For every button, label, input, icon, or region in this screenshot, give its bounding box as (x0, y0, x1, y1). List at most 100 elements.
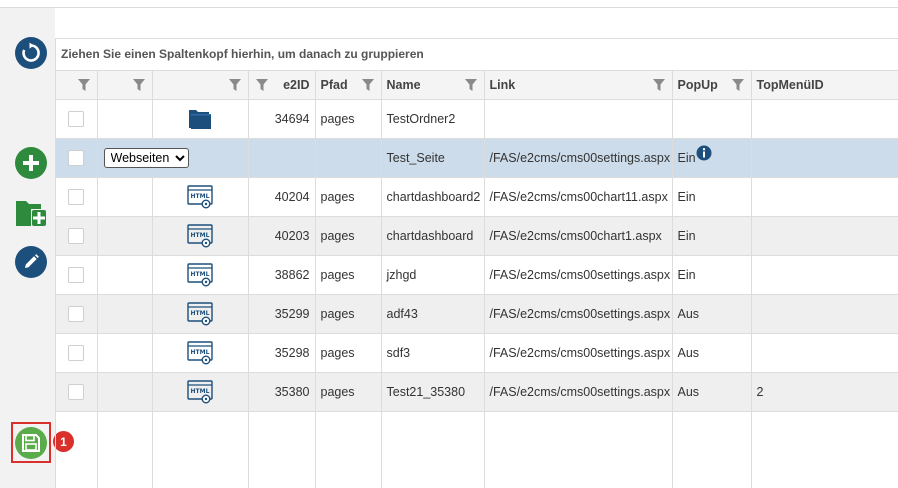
page-type-select[interactable]: Webseiten (103, 147, 189, 168)
filter-icon[interactable] (464, 78, 478, 92)
cell-link: /FAS/e2cms/cms00chart1.aspx (484, 216, 673, 256)
cell-topmenu (751, 99, 898, 139)
row-checkbox[interactable] (68, 383, 85, 400)
cell-popup: Aus (672, 372, 752, 412)
row-checkbox[interactable] (68, 266, 85, 283)
filter-icon[interactable] (255, 78, 269, 92)
row-select-cell[interactable] (56, 216, 98, 256)
svg-text:HTML: HTML (191, 349, 210, 356)
cell-popup (672, 99, 752, 139)
cell-pfad: pages (315, 372, 382, 412)
header-name-label: Name (386, 77, 421, 92)
header-pfad[interactable]: Pfad (315, 71, 382, 100)
html-page-icon: HTML (187, 262, 213, 286)
svg-text:HTML: HTML (191, 271, 210, 278)
svg-text:HTML: HTML (191, 310, 210, 317)
header-e2id-label: e2ID (283, 77, 310, 92)
html-page-icon: HTML (187, 301, 213, 325)
row-type-cell: Webseiten (97, 138, 249, 178)
header-name[interactable]: Name (381, 71, 485, 100)
group-panel[interactable]: Ziehen Sie einen Spaltenkopf hierhin, um… (56, 39, 898, 71)
top-band (0, 0, 898, 8)
cell-popup: Ein (672, 138, 752, 178)
save-button[interactable] (11, 422, 51, 463)
cell-link: /FAS/e2cms/cms00chart11.aspx (484, 177, 673, 217)
cell-name: sdf3 (381, 333, 485, 373)
cell-popup: Ein (672, 255, 752, 295)
row-checkbox[interactable] (68, 149, 85, 166)
cell-topmenu (751, 255, 898, 295)
row-checkbox[interactable] (68, 305, 85, 322)
empty-cell (152, 411, 249, 488)
table-row[interactable]: HTML 35298 pages sdf3 /FAS/e2cms/cms00se… (56, 333, 898, 373)
filter-icon[interactable] (228, 78, 242, 92)
cell-e2id: 35299 (248, 294, 316, 334)
header-link[interactable]: Link (484, 71, 673, 100)
info-icon[interactable] (696, 145, 712, 161)
header-e2id[interactable]: e2ID (248, 71, 316, 100)
filter-icon[interactable] (731, 78, 745, 92)
empty-cell (248, 411, 316, 488)
cell-pfad: pages (315, 177, 382, 217)
edit-button[interactable] (15, 246, 47, 278)
refresh-icon (22, 42, 40, 62)
row-action-cell (97, 255, 153, 295)
pencil-icon (25, 254, 39, 268)
cell-e2id (248, 138, 316, 178)
table-row[interactable]: HTML 35380 pages Test21_35380 /FAS/e2cms… (56, 372, 898, 412)
cell-pfad: pages (315, 294, 382, 334)
filter-icon[interactable] (77, 78, 91, 92)
row-type-cell: HTML (152, 333, 249, 373)
row-select-cell[interactable] (56, 138, 98, 178)
empty-cell (97, 411, 153, 488)
cell-link: /FAS/e2cms/cms00settings.aspx (484, 294, 673, 334)
table-row-editing[interactable]: Webseiten Test_Seite /FAS/e2cms/cms00set… (56, 138, 898, 178)
add-folder-button[interactable] (15, 197, 47, 229)
row-action-cell (97, 294, 153, 334)
header-popup[interactable]: PopUp (672, 71, 752, 100)
svg-text:HTML: HTML (191, 193, 210, 200)
row-select-cell[interactable] (56, 255, 98, 295)
row-type-cell: HTML (152, 372, 249, 412)
filter-icon[interactable] (361, 78, 375, 92)
cell-popup: Ein (672, 216, 752, 256)
refresh-button[interactable] (15, 37, 47, 69)
row-select-cell[interactable] (56, 333, 98, 373)
html-page-icon: HTML (187, 340, 213, 364)
table-row[interactable]: 34694 pages TestOrdner2 (56, 99, 898, 139)
row-checkbox[interactable] (68, 110, 85, 127)
table-row[interactable]: HTML 40203 pages chartdashboard /FAS/e2c… (56, 216, 898, 256)
filter-icon[interactable] (132, 78, 146, 92)
cell-link: /FAS/e2cms/cms00settings.aspx (484, 372, 673, 412)
header-topmenu-label: TopMenüID (756, 77, 824, 92)
row-select-cell[interactable] (56, 294, 98, 334)
cell-link: /FAS/e2cms/cms00settings.aspx (484, 255, 673, 295)
table-row[interactable]: HTML 40204 pages chartdashboard2 /FAS/e2… (56, 177, 898, 217)
header-type (152, 71, 249, 100)
filter-icon[interactable] (652, 78, 666, 92)
row-select-cell[interactable] (56, 99, 98, 139)
row-select-cell[interactable] (56, 177, 98, 217)
cell-popup: Aus (672, 333, 752, 373)
header-action (97, 71, 153, 100)
row-checkbox[interactable] (68, 188, 85, 205)
empty-cell (381, 411, 485, 488)
table-row[interactable]: HTML 38862 pages jzhgd /FAS/e2cms/cms00s… (56, 255, 898, 295)
cell-name: chartdashboard (381, 216, 485, 256)
row-checkbox[interactable] (68, 227, 85, 244)
row-select-cell[interactable] (56, 372, 98, 412)
cell-topmenu (751, 177, 898, 217)
add-button[interactable] (15, 147, 47, 179)
table-row[interactable]: HTML 35299 pages adf43 /FAS/e2cms/cms00s… (56, 294, 898, 334)
save-icon (22, 433, 40, 452)
save-button-circle (15, 426, 47, 459)
cell-pfad: pages (315, 216, 382, 256)
cell-pfad: pages (315, 333, 382, 373)
row-action-cell (97, 372, 153, 412)
row-checkbox[interactable] (68, 344, 85, 361)
svg-text:HTML: HTML (191, 232, 210, 239)
cell-popup-value: Ein (677, 150, 696, 165)
row-type-cell: HTML (152, 216, 249, 256)
folder-add-icon (16, 201, 46, 226)
header-topmenu[interactable]: TopMenüID (751, 71, 898, 100)
